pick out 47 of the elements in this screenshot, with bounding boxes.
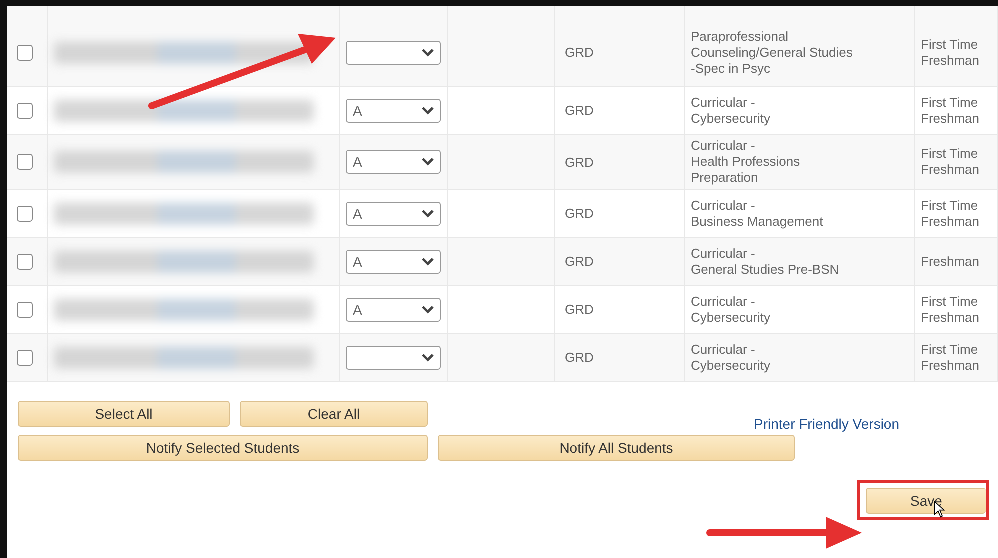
chevron-down-icon — [422, 354, 434, 362]
unit-cell: GRD — [565, 206, 594, 221]
level-cell: First Time Freshman — [921, 342, 980, 374]
printer-friendly-link[interactable]: Printer Friendly Version — [754, 416, 900, 432]
grade-dropdown[interactable]: A — [346, 150, 441, 174]
program-cell: Curricular - Health Professions Preparation — [691, 138, 800, 186]
row-checkbox[interactable] — [17, 206, 33, 222]
select-all-button[interactable]: Select All — [18, 401, 230, 427]
chevron-down-icon — [422, 258, 434, 266]
unit-cell: GRD — [565, 350, 594, 365]
program-cell: Curricular - General Studies Pre-BSN — [691, 246, 840, 278]
unit-cell: GRD — [565, 45, 594, 60]
clear-all-button[interactable]: Clear All — [240, 401, 428, 427]
grade-dropdown[interactable]: A — [346, 98, 441, 122]
row-checkbox[interactable] — [17, 44, 33, 60]
level-cell: First Time Freshman — [921, 198, 980, 230]
level-cell: Freshman — [921, 254, 980, 270]
program-cell: Paraprofessional Counseling/General Studies -Spec in Psyc — [691, 28, 853, 76]
grade-dropdown[interactable]: A — [346, 250, 441, 274]
row-checkbox[interactable] — [17, 154, 33, 170]
unit-cell: GRD — [565, 302, 594, 317]
grade-dropdown[interactable]: A — [346, 298, 441, 322]
program-cell: Curricular - Cybersecurity — [691, 94, 770, 126]
program-cell: Curricular - Cybersecurity — [691, 294, 770, 326]
unit-cell: GRD — [565, 103, 594, 118]
level-cell: First Time Freshman — [921, 36, 980, 68]
level-cell: First Time Freshman — [921, 294, 980, 326]
grade-dropdown[interactable] — [346, 40, 441, 64]
row-checkbox[interactable] — [17, 302, 33, 318]
program-cell: Curricular - Cybersecurity — [691, 342, 770, 374]
row-checkbox[interactable] — [17, 350, 33, 366]
unit-cell: GRD — [565, 254, 594, 269]
chevron-down-icon — [422, 106, 434, 114]
chevron-down-icon — [422, 48, 434, 56]
program-cell: Curricular - Business Management — [691, 198, 824, 230]
chevron-down-icon — [422, 158, 434, 166]
chevron-down-icon — [422, 210, 434, 218]
notify-selected-button[interactable]: Notify Selected Students — [18, 435, 428, 461]
grade-dropdown[interactable]: A — [346, 202, 441, 226]
row-checkbox[interactable] — [17, 254, 33, 270]
notify-all-button[interactable]: Notify All Students — [438, 435, 795, 461]
unit-cell: GRD — [565, 154, 594, 170]
level-cell: First Time Freshman — [921, 146, 980, 178]
grade-dropdown[interactable] — [346, 346, 441, 370]
chevron-down-icon — [422, 306, 434, 314]
row-checkbox[interactable] — [17, 102, 33, 118]
level-cell: First Time Freshman — [921, 94, 980, 126]
